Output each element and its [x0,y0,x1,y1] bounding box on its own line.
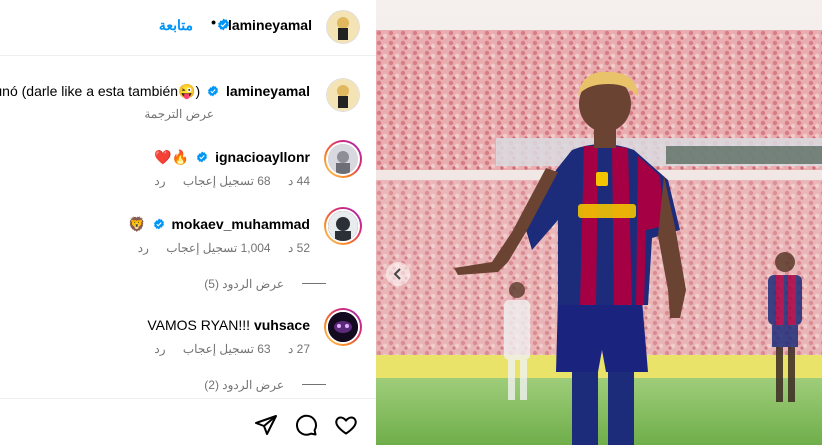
comment-username[interactable]: mokaev_muhammad [171,216,310,232]
verified-badge-icon [218,18,229,31]
caption-username[interactable]: lamineyamal [226,83,310,99]
lion-emoji-icon: 🦁 [128,216,146,232]
comment-likes[interactable]: 63 تسجيل إعجاب [183,342,271,356]
reply-button[interactable]: رد [154,174,165,188]
chevron-left-icon [393,268,401,280]
view-replies-button[interactable]: عرض الردود (5) [204,277,284,291]
comment-likes[interactable]: 68 تسجيل إعجاب [183,174,271,188]
comment-meta: 52 د 1,004 تسجيل إعجاب رد [124,241,310,255]
verified-badge-icon [208,85,219,97]
comment-likes[interactable]: 1,004 تسجيل إعجاب [166,241,270,255]
comment-avatar[interactable] [324,308,362,346]
comment-text: 🦁 mokaev_muhammad [128,216,310,233]
translate-link[interactable]: عرض الترجمة [144,107,214,121]
comment-meta: 44 د 68 تسجيل إعجاب رد [140,174,310,188]
comment-text: ❤️🔥 ignacioayllonr [154,149,310,166]
caption-text: cunó (darle like a esta también😜) lamine… [0,83,310,100]
comment-row: 🦁 mokaev_muhammad 52 د 1,004 تسجيل إعجاب… [0,207,376,257]
comment-body: VAMOS RYAN!!! [147,317,251,333]
comment-meta: 27 د 63 تسجيل إعجاب رد [140,342,310,356]
post-photo[interactable] [376,0,822,445]
comment-time: 52 د [287,241,310,255]
caption-avatar[interactable] [326,78,360,112]
comment-text: VAMOS RYAN!!! vuhsace [147,317,310,333]
reply-button[interactable]: رد [138,241,149,255]
follow-button[interactable]: متابعة [159,17,193,34]
comment-avatar[interactable] [324,207,362,245]
comments-panel: lamineyamal • متابعة cunó (darle like a … [0,0,376,445]
comment-row: ❤️🔥 ignacioayllonr 44 د 68 تسجيل إعجاب ر… [0,140,376,190]
replies-divider [302,283,326,284]
view-replies-button[interactable]: عرض الردود (2) [204,378,284,392]
header-username[interactable]: lamineyamal [228,17,312,33]
replies-divider [302,384,326,385]
share-icon[interactable] [254,413,278,437]
comment-avatar[interactable] [324,140,362,178]
header-avatar[interactable] [326,10,360,44]
comment-icon[interactable] [294,413,318,437]
caption-body: cunó (darle like a esta también😜) [0,83,201,99]
carousel-prev-button[interactable] [386,262,410,286]
tongue-emoji-icon: 😜 [178,83,196,99]
comment-time: 27 د [287,342,310,356]
comment-username[interactable]: vuhsace [254,317,310,333]
comment-username[interactable]: ignacioayllonr [215,149,310,165]
player-photo [376,0,822,445]
verified-badge-icon [197,151,208,163]
comment-body: ❤️🔥 [154,149,190,165]
post-actions-bar [0,398,376,445]
header-separator: • [211,14,216,30]
post-header: lamineyamal • متابعة [0,0,376,56]
comment-time: 44 د [287,174,310,188]
like-icon[interactable] [334,413,358,437]
comment-row: VAMOS RYAN!!! vuhsace 27 د 63 تسجيل إعجا… [0,308,376,358]
reply-button[interactable]: رد [154,342,165,356]
caption-row: cunó (darle like a esta también😜) lamine… [0,78,376,128]
verified-badge-icon [153,218,164,230]
